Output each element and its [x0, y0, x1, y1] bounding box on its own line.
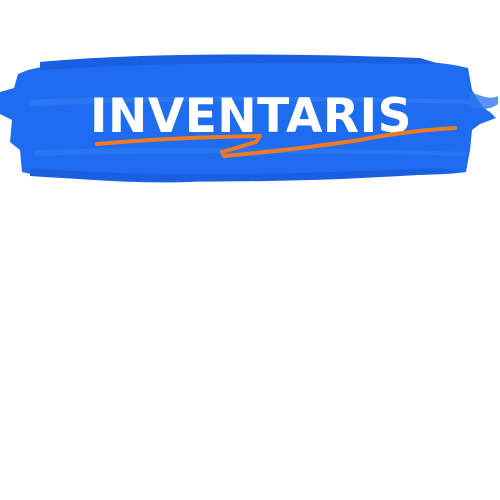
canvas: INVENTARIS [0, 0, 500, 500]
brush-stroke-tail [470, 92, 498, 110]
banner-title: INVENTARIS [90, 89, 412, 144]
brush-stroke-banner [0, 54, 498, 183]
